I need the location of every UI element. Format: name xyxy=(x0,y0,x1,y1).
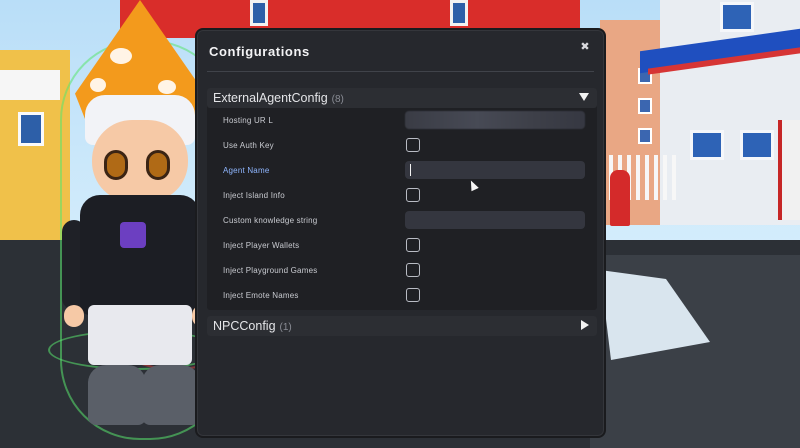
section-count: (1) xyxy=(279,322,292,333)
fire-hydrant xyxy=(610,170,630,226)
eye xyxy=(146,150,170,180)
chevron-right-icon[interactable] xyxy=(581,320,589,330)
building-window xyxy=(720,2,754,32)
section-title: ExternalAgentConfig xyxy=(213,91,328,105)
eye xyxy=(104,150,128,180)
field-label: Inject Emote Names xyxy=(223,291,299,300)
inject-playground-games-checkbox[interactable] xyxy=(406,263,420,277)
pants xyxy=(88,305,192,365)
field-row-inject-emote-names: Inject Emote Names xyxy=(207,284,597,309)
divider xyxy=(207,71,594,72)
building-window xyxy=(740,130,774,160)
shoe xyxy=(88,365,146,425)
custom-knowledge-input[interactable] xyxy=(405,211,585,229)
field-label: Custom knowledge string xyxy=(223,216,318,225)
hoodie xyxy=(80,195,200,315)
hosting-url-input[interactable] xyxy=(405,111,585,129)
configurations-dialog: Configurations ✖ ExternalAgentConfig (8) … xyxy=(195,28,606,438)
inject-player-wallets-checkbox[interactable] xyxy=(406,238,420,252)
inject-emote-names-checkbox[interactable] xyxy=(406,288,420,302)
building-window xyxy=(690,130,724,160)
field-row-hosting-url: Hosting UR L xyxy=(207,109,597,134)
section-header-external-agent-config[interactable]: ExternalAgentConfig (8) xyxy=(207,88,597,108)
field-row-agent-name: Agent Name xyxy=(207,159,597,184)
palm-logo-icon xyxy=(120,222,146,248)
hat-spot xyxy=(90,78,106,92)
chevron-down-icon[interactable] xyxy=(579,93,589,101)
field-row-inject-playground-games: Inject Playground Games xyxy=(207,259,597,284)
field-row-inject-island-info: Inject Island Info xyxy=(207,184,597,209)
field-label: Use Auth Key xyxy=(223,141,274,150)
field-row-inject-player-wallets: Inject Player Wallets xyxy=(207,234,597,259)
inject-island-info-checkbox[interactable] xyxy=(406,188,420,202)
dialog-title: Configurations xyxy=(209,44,310,59)
section-header-npc-config[interactable]: NPCConfig (1) xyxy=(207,316,597,336)
field-label: Hosting UR L xyxy=(223,116,273,125)
close-icon[interactable]: ✖ xyxy=(578,40,592,54)
hat-spot xyxy=(158,80,176,94)
hand xyxy=(64,305,84,327)
field-label: Inject Player Wallets xyxy=(223,241,300,250)
section-title: NPCConfig xyxy=(213,319,276,333)
field-label: Agent Name xyxy=(223,166,270,175)
section-count: (8) xyxy=(331,94,344,105)
field-label: Inject Island Info xyxy=(223,191,285,200)
field-row-use-auth-key: Use Auth Key xyxy=(207,134,597,159)
field-label: Inject Playground Games xyxy=(223,266,318,275)
field-row-custom-knowledge: Custom knowledge string xyxy=(207,209,597,234)
building-window xyxy=(250,0,268,26)
building-window xyxy=(638,98,652,114)
text-caret xyxy=(410,164,411,176)
building-window xyxy=(638,128,652,144)
building-window xyxy=(450,0,468,26)
section-npc-config: NPCConfig (1) xyxy=(207,316,597,336)
use-auth-key-checkbox[interactable] xyxy=(406,138,420,152)
agent-name-input[interactable] xyxy=(405,161,585,179)
shoe xyxy=(142,365,200,425)
section-external-agent-config: ExternalAgentConfig (8) Hosting UR L Use … xyxy=(207,88,597,310)
hat-spot xyxy=(110,48,132,64)
fire-truck xyxy=(778,120,800,220)
